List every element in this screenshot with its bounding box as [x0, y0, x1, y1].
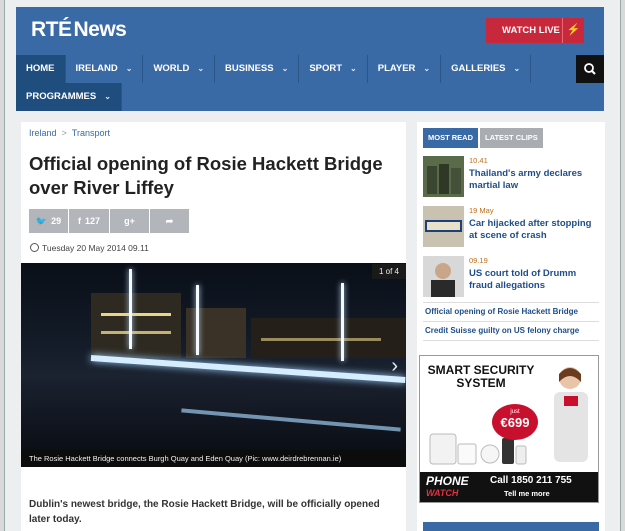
building-shape: [91, 293, 181, 358]
story-headline: Car hijacked after stopping at scene of …: [469, 218, 592, 241]
ad-title: SMART SECURITY SYSTEM: [427, 363, 535, 390]
googleplus-icon: g+: [124, 216, 135, 226]
light-pole: [129, 269, 132, 349]
nav-label: PROGRAMMES: [26, 91, 97, 102]
window-lights: [101, 313, 171, 316]
share-more-button[interactable]: ➦: [150, 209, 189, 233]
facebook-count: 127: [84, 216, 101, 226]
logo-news: News: [73, 18, 127, 41]
chevron-down-icon: ⌄: [281, 64, 289, 73]
story-time: 09.19: [469, 256, 488, 265]
ad-footer: PHONE WATCH Call 1850 211 755 Tell me mo…: [420, 472, 598, 502]
light-pole: [341, 283, 344, 361]
list-item[interactable]: 19 May Car hijacked after stopping at sc…: [423, 206, 599, 248]
story-thumbnail: [423, 256, 464, 297]
facebook-icon: f: [77, 216, 81, 226]
breadcrumb: Ireland > Transport: [29, 128, 110, 138]
nav-item-sport[interactable]: SPORT ⌄: [299, 55, 368, 83]
list-item[interactable]: 10.41 Thailand's army declares martial l…: [423, 156, 599, 198]
photo-counter: 1 of 4: [371, 264, 406, 279]
nav-label: SPORT: [309, 63, 343, 74]
nav-label: HOME: [26, 63, 55, 74]
bridge-deck: [90, 355, 406, 383]
window-lights: [261, 338, 381, 341]
nav-item-galleries[interactable]: GALLERIES ⌄: [441, 55, 532, 83]
breadcrumb-ireland[interactable]: Ireland: [29, 128, 57, 138]
ad-price: €699: [500, 415, 530, 430]
window-lights: [101, 331, 171, 334]
chevron-down-icon: ⌄: [423, 64, 431, 73]
nav-item-business[interactable]: BUSINESS ⌄: [215, 55, 300, 83]
water-reflection: [181, 408, 401, 432]
search-button[interactable]: [576, 55, 604, 83]
sidebar-link[interactable]: Official opening of Rosie Hackett Bridge: [425, 307, 578, 316]
nav-item-programmes[interactable]: PROGRAMMES ⌄: [16, 83, 122, 111]
tab-most-read[interactable]: MOST READ: [423, 128, 478, 148]
article-date: Tuesday 20 May 2014 09.11: [30, 243, 149, 253]
photo-caption: The Rosie Hackett Bridge connects Burgh …: [21, 450, 406, 467]
chevron-down-icon: ⌄: [125, 64, 133, 73]
sidebar: MOST READ LATEST CLIPS 10.41 Thailand's …: [417, 122, 605, 531]
chevron-down-icon: ⌄: [197, 64, 205, 73]
googleplus-share-button[interactable]: g+: [110, 209, 149, 233]
nav-label: PLAYER: [377, 63, 416, 74]
search-icon: [584, 63, 596, 75]
ad-person-image: [554, 367, 588, 462]
twitter-share-button[interactable]: 🐦 29: [29, 209, 68, 233]
chevron-down-icon: ⌄: [104, 92, 111, 101]
watch-live-label: WATCH LIVE: [502, 25, 560, 36]
nav-label: WORLD: [153, 63, 190, 74]
building-shape: [186, 308, 246, 358]
article-photo[interactable]: 1 of 4 › The Rosie Hackett Bridge connec…: [21, 263, 406, 467]
twitter-icon: 🐦: [35, 216, 48, 226]
logo-rte: RTÉ: [31, 18, 72, 41]
ad-brand-phone: PHONE: [426, 474, 469, 488]
main-nav: HOME IRELAND ⌄ WORLD ⌄ BUSINESS ⌄ SPORT ⌄ PL…: [16, 55, 604, 111]
article-panel: Ireland > Transport Official opening of Ro…: [21, 122, 406, 531]
site-header: RTÉNews WATCH LIVE ⚡: [16, 7, 604, 55]
story-headline: US court told of Drumm fraud allegations: [469, 268, 577, 291]
advertisement[interactable]: SMART SECURITY SYSTEM just €699 PHONE WA…: [419, 355, 599, 503]
story-time: 10.41: [469, 156, 488, 165]
clock-icon: [30, 243, 39, 252]
chevron-down-icon: ⌄: [350, 64, 357, 73]
breadcrumb-transport[interactable]: Transport: [72, 128, 110, 138]
lightning-icon: ⚡: [562, 18, 584, 43]
sidebar-bottom-bar: [423, 522, 599, 531]
nav-item-player[interactable]: PLAYER ⌄: [368, 55, 442, 83]
watch-live-button[interactable]: WATCH LIVE ⚡: [486, 18, 584, 43]
nav-item-home[interactable]: HOME: [16, 55, 66, 83]
share-bar: 🐦 29 f 127 g+ ➦: [29, 209, 190, 233]
story-time: 19 May: [469, 206, 494, 215]
story-thumbnail: [423, 206, 464, 247]
twitter-count: 29: [51, 216, 62, 226]
divider: [423, 340, 599, 341]
ad-more[interactable]: Tell me more: [504, 489, 550, 498]
story-headline: Thailand's army declares martial law: [469, 168, 583, 191]
list-item[interactable]: 09.19 US court told of Drumm fraud alleg…: [423, 256, 599, 298]
date-text: Tuesday 20 May 2014 09.11: [42, 243, 149, 253]
story-thumbnail: [423, 156, 464, 197]
nav-item-world[interactable]: WORLD ⌄: [143, 55, 216, 83]
ad-price-badge: just €699: [492, 404, 538, 440]
share-arrow-icon: ➦: [165, 216, 174, 226]
light-pole: [196, 285, 199, 355]
article-title: Official opening of Rosie Hackett Bridge…: [29, 153, 383, 198]
ad-brand-watch: WATCH: [426, 488, 459, 498]
sidebar-tabs: MOST READ LATEST CLIPS: [423, 128, 545, 148]
ad-call: Call 1850 211 755: [490, 475, 572, 486]
divider: [423, 302, 599, 303]
rte-news-logo[interactable]: RTÉNews: [31, 18, 127, 42]
sidebar-link[interactable]: Credit Suisse guilty on US felony charge: [425, 326, 579, 335]
nav-label: GALLERIES: [451, 63, 506, 74]
facebook-share-button[interactable]: f 127: [69, 209, 109, 233]
next-arrow-icon[interactable]: ›: [391, 355, 398, 378]
nav-label: IRELAND: [75, 63, 118, 74]
nav-label: BUSINESS: [225, 63, 274, 74]
article-lead: Dublin's newest bridge, the Rosie Hacket…: [29, 499, 380, 525]
chevron-down-icon: ⌄: [513, 64, 521, 73]
nav-item-ireland[interactable]: IRELAND ⌄: [66, 55, 144, 83]
tab-latest-clips[interactable]: LATEST CLIPS: [480, 128, 543, 148]
divider: [423, 321, 599, 322]
